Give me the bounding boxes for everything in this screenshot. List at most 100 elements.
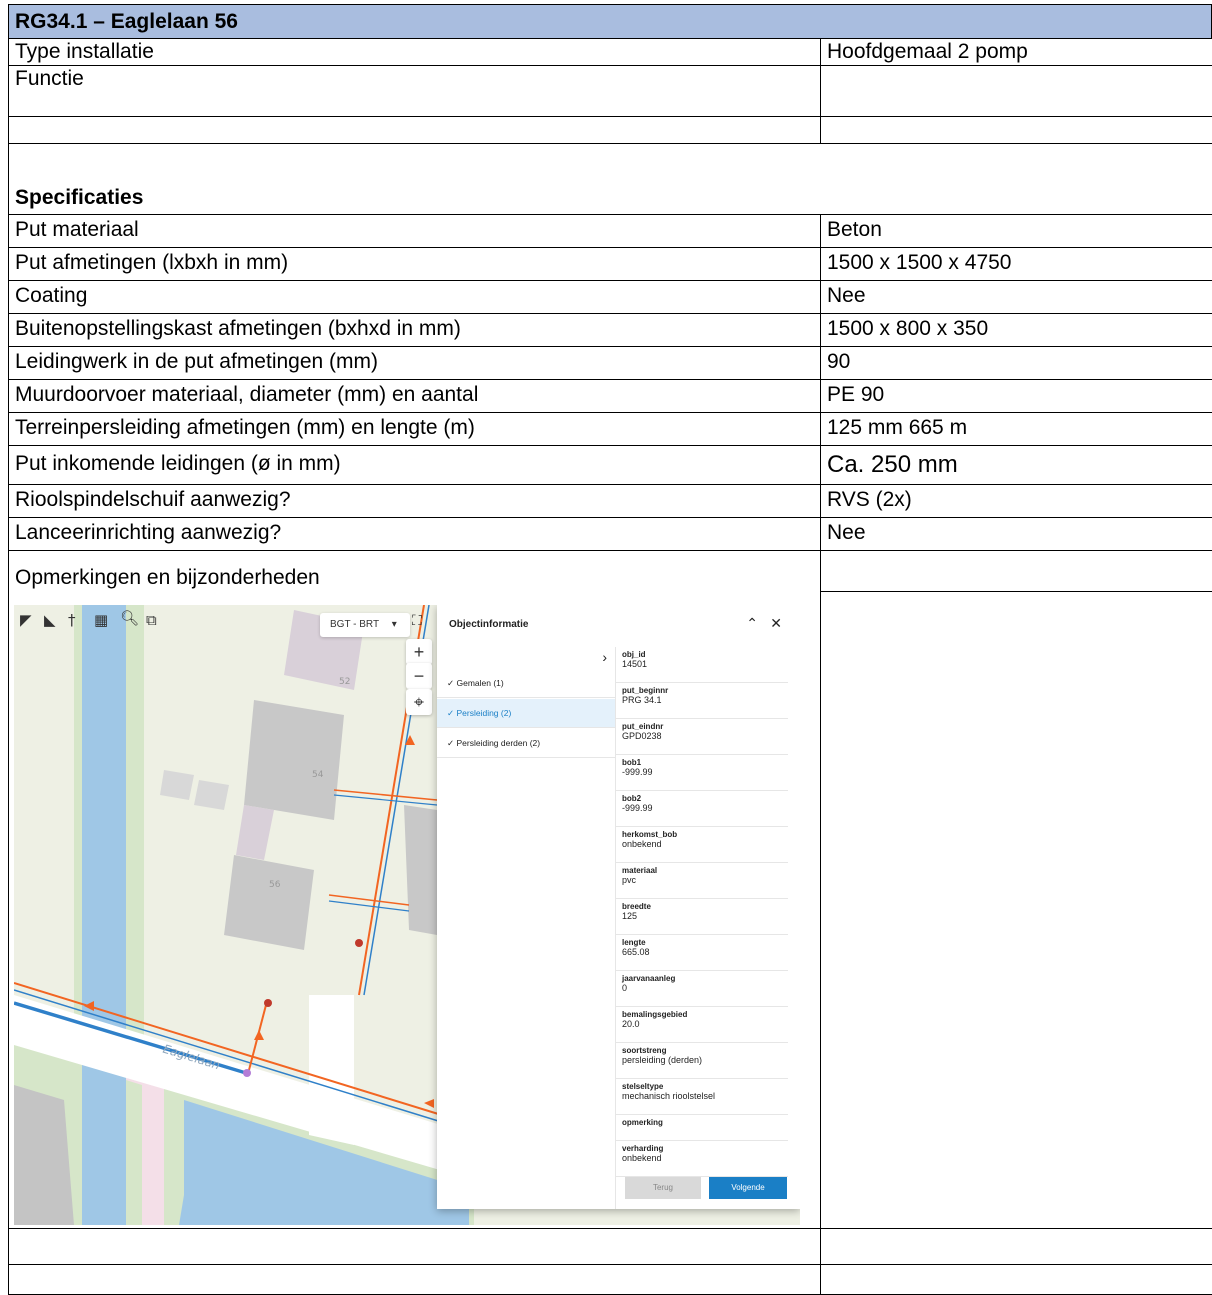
row-value [821,1229,1212,1264]
zoom-in-button[interactable]: + [406,639,432,665]
attribute-key: bob2 [622,794,642,803]
attribute-row: put_beginnr PRG 34.1 [616,683,788,719]
attribute-key: breedte [622,902,651,911]
house-number: 52 [339,677,351,687]
row-label [9,1229,821,1264]
attribute-value: 14501 [622,659,648,669]
search-icon[interactable]: 🔍︎ [120,609,139,627]
export-icon[interactable]: ⧉ [146,611,157,629]
attribute-row: put_eindnr GPD0238 [616,719,788,755]
attribute-key: stelseltype [622,1082,664,1091]
attribute-key: verharding [622,1144,664,1153]
row-value: 1500 x 800 x 350 [827,317,989,340]
layers-icon[interactable]: ▦ [94,611,108,629]
layer-item-gemalen[interactable]: ✓ Gemalen (1) [437,669,615,698]
row-label: Terreinpersleiding afmetingen (mm) en le… [9,413,821,445]
row-label: Put afmetingen (lxbxh in mm) [9,248,821,280]
attribute-row: lengte 665.08 [616,935,788,971]
measure-tool-icon[interactable]: ◣ [44,611,56,629]
attribute-key: herkomst_bob [622,830,678,839]
map-screenshot: Eaglelaan 52 54 56 ◤ ◣ † ▦ 🔍︎ ⧉ BGT - BR… [14,605,800,1225]
locate-icon[interactable]: ⌖ [406,689,432,715]
attribute-value: pvc [622,875,637,885]
row-value: Nee [827,521,866,544]
row-label: Type installatie [9,39,821,65]
row-value: 1500 x 1500 x 4750 [827,251,1012,274]
cell-divider [820,591,1212,592]
table-row: Put afmetingen (lxbxh in mm) 1500 x 1500… [8,248,1212,281]
attribute-value: mechanisch rioolstelsel [622,1091,716,1101]
attribute-row: obj_id 14501 [616,647,788,683]
spec-section: Specificaties [8,144,1212,215]
attribute-row: materiaal pvc [616,863,788,899]
attribute-value: 0 [622,983,628,993]
attribute-key: obj_id [622,650,646,659]
attribute-row: jaarvanaanleg 0 [616,971,788,1007]
row-label: Opmerkingen en bijzonderheden [15,566,320,589]
row-label: Put inkomende leidingen (ø in mm) [9,446,821,484]
basemap-select-label: BGT - BRT [330,619,379,630]
attribute-row: herkomst_bob onbekend [616,827,788,863]
table-row: Lanceerinrichting aanwezig? Nee [8,518,1212,551]
back-button[interactable]: Terug [625,1177,701,1199]
attribute-row: breedte 125 [616,899,788,935]
row-label [9,1265,821,1294]
attribute-value: 125 [622,911,638,921]
panel-title: Objectinformatie [449,619,529,630]
row-value [821,1265,1212,1294]
pin-icon[interactable]: † [68,611,76,629]
row-value: PE 90 [827,383,885,406]
collapse-icon[interactable]: ⌃ [746,615,758,632]
row-label: Coating [9,281,821,313]
table-row [8,1229,1212,1265]
attribute-key: jaarvanaanleg [622,974,676,983]
fullscreen-icon[interactable]: ⛶ [412,613,422,629]
row-value [821,117,1212,143]
next-button[interactable]: Volgende [709,1177,787,1199]
attribute-row: bemalingsgebied 20.0 [616,1007,788,1043]
table-row: Type installatie Hoofdgemaal 2 pomp [8,39,1212,66]
close-icon[interactable]: ✕ [770,615,782,632]
table-row: Terreinpersleiding afmetingen (mm) en le… [8,413,1212,446]
row-value: Hoofdgemaal 2 pomp [827,40,1028,63]
attribute-row: opmerking [616,1115,788,1141]
table-row: Rioolspindelschuif aanwezig? RVS (2x) [8,485,1212,518]
row-value: Beton [827,218,882,241]
row-label: Buitenopstellingskast afmetingen (bxhxd … [9,314,821,346]
row-value: RVS (2x) [827,488,912,511]
row-label: Muurdoorvoer materiaal, diameter (mm) en… [9,380,821,412]
layer-item-persleiding-derden[interactable]: ✓ Persleiding derden (2) [437,729,615,758]
row-label: Put materiaal [9,215,821,247]
attribute-key: bob1 [622,758,642,767]
layer-item-persleiding[interactable]: ✓ Persleiding (2) [437,699,615,728]
attribute-value: 20.0 [622,1019,640,1029]
table-row: Muurdoorvoer materiaal, diameter (mm) en… [8,380,1212,413]
table-row: Put inkomende leidingen (ø in mm) Ca. 25… [8,446,1212,485]
attribute-value: -999.99 [622,803,653,813]
row-value: 125 mm 665 m [827,416,968,439]
row-value: Nee [827,284,866,307]
attribute-key: put_beginnr [622,686,669,695]
table-row [8,1265,1212,1295]
attribute-value: PRG 34.1 [622,695,662,705]
zoom-out-button[interactable]: − [406,663,432,689]
attribute-value: -999.99 [622,767,653,777]
attribute-row: stelseltype mechanisch rioolstelsel [616,1079,788,1115]
attribute-row: bob1 -999.99 [616,755,788,791]
table-header: RG34.1 – Eaglelaan 56 [8,4,1212,39]
row-value: 90 [827,350,851,373]
attribute-key: lengte [622,938,646,947]
chevron-right-icon[interactable]: › [602,649,607,665]
attribute-value: GPD0238 [622,731,662,741]
attribute-value: onbekend [622,839,662,849]
table-row: Coating Nee [8,281,1212,314]
basemap-select[interactable]: BGT - BRT ▾ [320,613,410,637]
house-number: 54 [312,770,324,780]
row-label: Leidingwerk in de put afmetingen (mm) [9,347,821,379]
row-value: Ca. 250 mm [827,451,958,478]
table-row: Leidingwerk in de put afmetingen (mm) 90 [8,347,1212,380]
attribute-key: soortstreng [622,1046,667,1055]
select-tool-icon[interactable]: ◤ [20,611,32,629]
object-info-panel: Objectinformatie ⌃ ✕ › ✓ Gemalen (1) ✓ P… [437,605,800,1209]
table-row [8,117,1212,144]
